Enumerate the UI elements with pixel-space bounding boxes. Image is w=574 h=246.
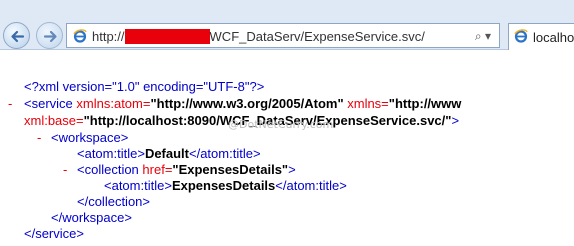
collection-tag-end: > xyxy=(288,162,296,177)
service-tag-end: > xyxy=(451,113,460,128)
collection-title-line: <atom:title>ExpensesDetails</atom:title> xyxy=(104,178,347,194)
collection-close-line: </collection> xyxy=(77,194,150,210)
service-close-line: </service> xyxy=(24,226,84,242)
xml-base-attr: xml:base= xyxy=(24,113,84,128)
atom-title-close-2: </atom:title> xyxy=(275,178,347,193)
collapse-collection-toggle[interactable]: - xyxy=(63,162,67,177)
service-tag-close: </service> xyxy=(24,226,84,241)
href-attr: href= xyxy=(142,162,173,177)
collection-title-text: ExpensesDetails xyxy=(171,178,276,193)
workspace-open-line: <workspace> xyxy=(51,130,128,146)
xml-declaration: <?xml version="1.0" encoding="UTF-8"?> xyxy=(24,79,265,94)
atom-title-open: <atom:title> xyxy=(77,146,145,161)
xmlns-attr: xmlns= xyxy=(347,96,389,111)
xml-document: <?xml version="1.0" encoding="UTF-8"?> -… xyxy=(0,0,574,246)
collapse-workspace-toggle[interactable]: - xyxy=(37,130,41,145)
href-value: "ExpensesDetails" xyxy=(172,162,289,177)
atom-title-close: </atom:title> xyxy=(189,146,261,161)
workspace-tag-open: <workspace> xyxy=(51,130,129,145)
workspace-tag-close: </workspace> xyxy=(51,210,132,225)
atom-title-open-2: <atom:title> xyxy=(104,178,172,193)
collapse-service-toggle[interactable]: - xyxy=(8,96,12,111)
xmlns-value: "http://www xyxy=(388,96,462,111)
xml-declaration-line: <?xml version="1.0" encoding="UTF-8"?> xyxy=(24,79,264,95)
collection-open-line: <collection href="ExpensesDetails"> xyxy=(77,162,296,178)
workspace-title-text: Default xyxy=(144,146,189,161)
collection-tag-open: <collection xyxy=(77,162,139,177)
service-open-line: <service xmlns:atom="http://www.w3.org/2… xyxy=(24,96,461,112)
workspace-title-line: <atom:title>Default</atom:title> xyxy=(77,146,261,162)
xmlns-atom-attr: xmlns:atom= xyxy=(76,96,151,111)
collection-tag-close: </collection> xyxy=(77,194,150,209)
workspace-close-line: </workspace> xyxy=(51,210,132,226)
xmlns-atom-value: "http://www.w3.org/2005/Atom" xyxy=(150,96,344,111)
watermark: @DotNetCurry.com xyxy=(228,118,334,131)
service-tag-open: <service xyxy=(24,96,73,111)
